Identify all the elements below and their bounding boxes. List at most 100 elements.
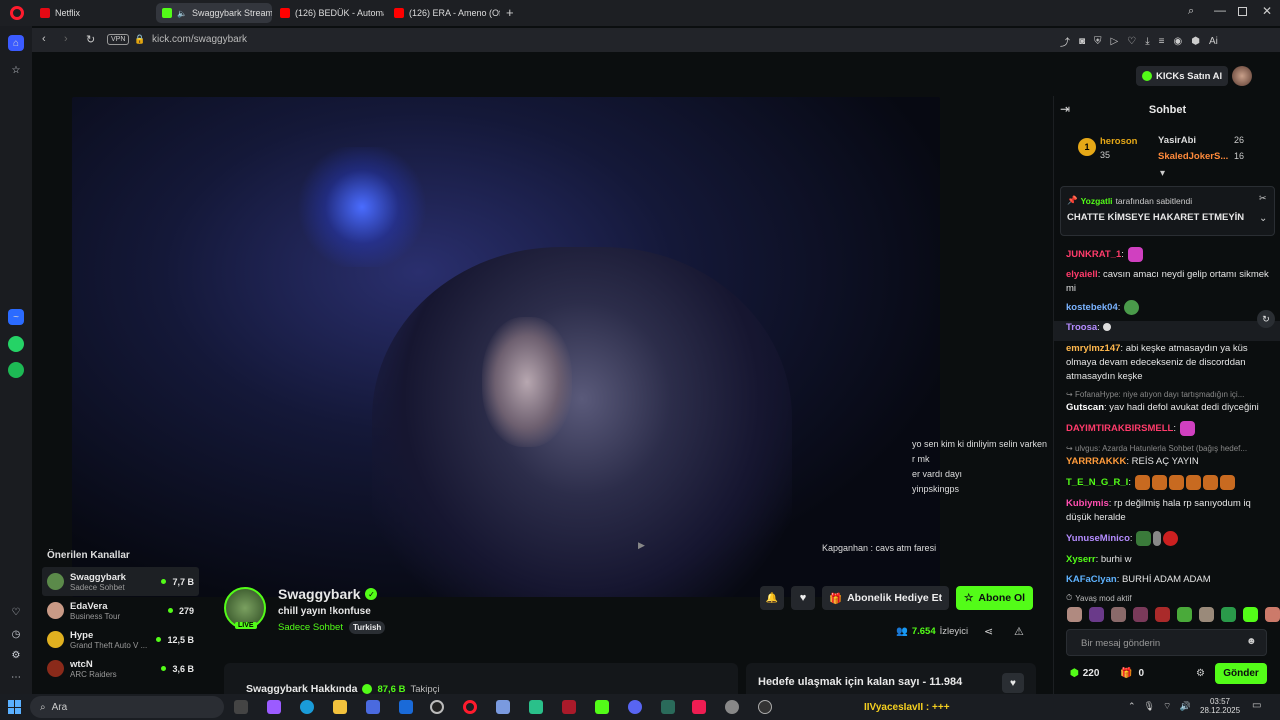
star-icon[interactable]: ☆ (8, 62, 24, 78)
expand-leaderboard-icon[interactable]: ▾ (1160, 168, 1165, 179)
extension-icon[interactable]: ⬢ (1191, 36, 1200, 47)
chat-username[interactable]: ulvgus (1075, 444, 1098, 453)
menu-icon[interactable]: ≡ (1159, 36, 1165, 47)
emoji-icon[interactable]: ☻ (1246, 636, 1257, 647)
channel-item[interactable]: EdaVera Business Tour 279 (42, 596, 199, 625)
chat-username[interactable]: KAFaClyan (1066, 574, 1117, 585)
channel-item[interactable]: wtcN ARC Raiders 3,6 B (42, 654, 199, 683)
edge-icon[interactable] (300, 700, 314, 714)
chevron-down-icon[interactable]: ⌄ (1259, 213, 1267, 224)
unpin-icon[interactable]: ✂ (1259, 193, 1267, 204)
emote-icon[interactable] (1067, 607, 1082, 622)
new-tab-button[interactable]: + (506, 5, 514, 20)
taskbar-search[interactable]: ⌕ Ara (30, 696, 224, 718)
emote-icon[interactable] (1243, 607, 1258, 622)
close-window-button[interactable]: ✕ (1262, 4, 1272, 18)
outlook-icon[interactable] (399, 700, 413, 714)
emote-icon[interactable] (1199, 607, 1214, 622)
chat-username[interactable]: elyaiell (1066, 269, 1098, 280)
home-icon[interactable]: ⌂ (8, 35, 24, 51)
stream-category-link[interactable]: Sadece Sohbet (278, 622, 343, 633)
emote-icon[interactable] (1133, 607, 1148, 622)
reload-icon[interactable]: ↻ (86, 33, 95, 46)
emote-icon[interactable] (1265, 607, 1280, 622)
video-player[interactable] (72, 97, 940, 597)
store-icon[interactable] (366, 700, 380, 714)
copilot-icon[interactable] (267, 700, 281, 714)
chat-input[interactable]: Bir mesaj gönderin ☻ (1066, 629, 1267, 656)
search-tabs-icon[interactable]: ⌕ (1188, 5, 1194, 18)
emote-icon[interactable] (1089, 607, 1104, 622)
points-display[interactable]: ⬢ 220 (1070, 668, 1099, 679)
report-icon[interactable]: ⚠ (1014, 625, 1024, 638)
chat-username[interactable]: kostebek04 (1066, 302, 1118, 313)
heart-icon[interactable]: ♡ (8, 604, 24, 620)
share-icon[interactable]: ⋖ (984, 625, 993, 638)
tab-era-ameno[interactable]: (126) ERA - Ameno (Offici (388, 3, 500, 23)
channel-item[interactable]: Hype Grand Theft Auto V ... 12,5 B (42, 625, 199, 654)
profile-icon[interactable]: ◉ (1173, 36, 1182, 47)
app-icon[interactable] (496, 700, 510, 714)
app-icon[interactable] (758, 700, 772, 714)
gift-sub-button[interactable]: 🎁 Abonelik Hediye Et (822, 586, 950, 610)
send-button[interactable]: Gönder (1215, 663, 1267, 684)
file-explorer-icon[interactable] (333, 700, 347, 714)
app-icon[interactable] (562, 700, 576, 714)
steam-icon[interactable] (430, 700, 444, 714)
more-icon[interactable]: ⋯ (8, 669, 24, 685)
emote-icon[interactable] (1111, 607, 1126, 622)
chat-username[interactable]: YARRRAKKK (1066, 456, 1126, 467)
whatsapp-icon[interactable] (8, 336, 24, 352)
streamer-name[interactable]: Swaggybark (278, 586, 360, 602)
clock[interactable]: 03:57 28.12.2025 (1200, 697, 1240, 715)
mic-icon[interactable]: 🎙 (1144, 701, 1155, 712)
url-field[interactable]: kick.com/swaggybark (152, 34, 247, 45)
chat-username[interactable]: DAYIMTIRAKBIRSMELL (1066, 423, 1173, 434)
shield-icon[interactable]: ⛨ (1094, 36, 1102, 47)
download-icon[interactable]: ⤓ (1145, 36, 1149, 47)
chat-username[interactable]: Gutscan (1066, 402, 1104, 413)
leader-name[interactable]: SkaledJokerS... (1158, 151, 1228, 162)
chat-username[interactable]: emrylmz147 (1066, 343, 1120, 354)
tab-netflix[interactable]: Netflix (34, 3, 152, 23)
emote-icon[interactable] (1155, 607, 1170, 622)
chat-username[interactable]: JUNKRAT_1 (1066, 249, 1121, 260)
chat-settings-icon[interactable]: ⚙ (1196, 668, 1205, 679)
emote-icon[interactable] (1221, 607, 1236, 622)
play-icon[interactable]: ▶ (638, 540, 645, 551)
notification-icon[interactable]: ▭ (1252, 700, 1261, 711)
camera-icon[interactable]: ◙ (1079, 36, 1085, 47)
chat-username[interactable]: FofanaHype (1075, 390, 1119, 399)
leader-name[interactable]: YasirAbi (1158, 135, 1196, 146)
discord-icon[interactable] (628, 700, 642, 714)
chat-username[interactable]: T_E_N_G_R_I (1066, 477, 1128, 488)
maximize-button[interactable] (1238, 7, 1247, 16)
opera-taskbar-icon[interactable] (463, 700, 477, 714)
kicks-buy-button[interactable]: KICKs Satın Al (1136, 66, 1229, 86)
chat-username[interactable]: Kubiymis (1066, 498, 1109, 509)
app-icon[interactable] (661, 700, 675, 714)
language-tag[interactable]: Turkish (348, 621, 386, 634)
vpn-badge[interactable]: VPN (107, 34, 130, 45)
tab-beduk[interactable]: (126) BEDÜK - Automatik (274, 3, 384, 23)
back-icon[interactable]: ‹ (42, 33, 46, 45)
gift-counter[interactable]: 🎁 0 (1120, 668, 1144, 679)
settings-icon[interactable]: ⚙ (8, 647, 24, 663)
share-icon[interactable]: ⤴ (1060, 34, 1070, 49)
history-icon[interactable]: ◷ (8, 626, 24, 642)
notification-bell-button[interactable]: 🔔 (760, 586, 784, 610)
task-view-icon[interactable] (234, 700, 248, 714)
leader-name[interactable]: heroson (1100, 136, 1137, 147)
follow-heart-button[interactable]: ♥ (791, 586, 815, 610)
pinned-message[interactable]: 📌 Yozgatli tarafından sabitlendi CHATTE … (1060, 186, 1275, 236)
tab-swaggybark[interactable]: 🔈 Swaggybark Stream - (156, 3, 272, 23)
messenger-icon[interactable]: ~ (8, 309, 24, 325)
ai-icon[interactable]: Ai (1209, 36, 1218, 47)
windows-start-icon[interactable] (8, 700, 22, 714)
tiktok-icon[interactable] (692, 700, 706, 714)
chat-username[interactable]: Xyserr (1066, 554, 1096, 565)
subscribe-button[interactable]: ☆ Abone Ol (956, 586, 1034, 610)
chat-username[interactable]: Troosa (1066, 322, 1097, 333)
play-icon[interactable]: ▷ (1111, 36, 1119, 47)
scroll-to-latest-icon[interactable]: ↻ (1257, 310, 1275, 328)
